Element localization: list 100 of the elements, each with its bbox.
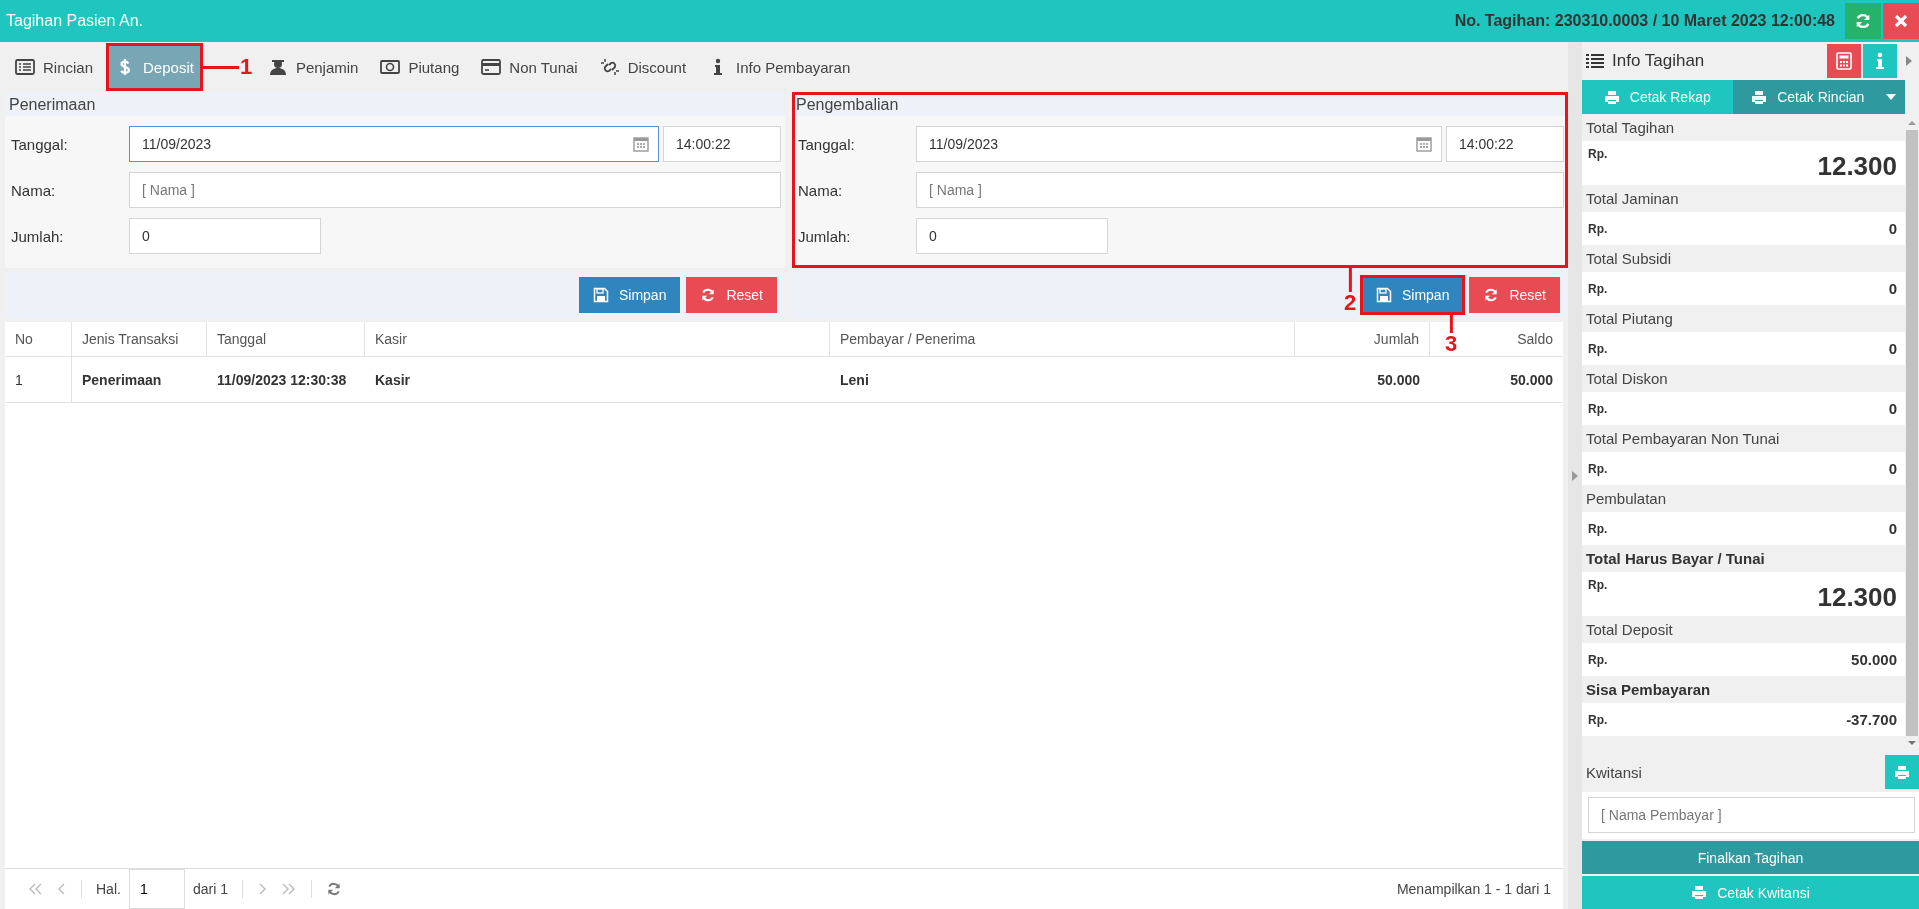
- floppy-icon: [592, 287, 609, 303]
- calculator-icon: [1836, 52, 1852, 70]
- amount-value: 0: [1888, 520, 1897, 537]
- total-label: Total Tagihan: [1585, 118, 1676, 138]
- total-label: Total Piutang: [1585, 309, 1674, 329]
- page-label: Hal.: [96, 881, 121, 897]
- page-field[interactable]: 1: [128, 869, 185, 909]
- scrollbar-thumb[interactable]: [1906, 130, 1918, 736]
- total-label: Sisa Pembayaran: [1585, 680, 1712, 700]
- previous-page-icon[interactable]: [57, 882, 67, 896]
- amount-value: 50.000: [1851, 651, 1897, 668]
- reset-button[interactable]: Reset: [1469, 277, 1560, 313]
- name-field[interactable]: [ Nama ]: [129, 172, 781, 208]
- currency-label: Rp.: [1588, 461, 1608, 476]
- splitter-handle[interactable]: [1568, 42, 1582, 909]
- amount-value: 0: [1888, 220, 1897, 237]
- tab[interactable]: Discount: [592, 45, 694, 89]
- first-page-icon[interactable]: [27, 882, 43, 896]
- banknote-icon: [380, 58, 401, 76]
- floppy-icon: [1375, 287, 1392, 303]
- printer-icon: [1691, 885, 1708, 900]
- amount-value: 0: [1888, 340, 1897, 357]
- field-label: Nama:: [10, 181, 57, 199]
- total-label: Total Pembayaran Non Tunai: [1585, 429, 1781, 449]
- page-count: dari 1: [192, 881, 228, 897]
- date-field[interactable]: 11/09/2023: [916, 126, 1442, 162]
- scroll-down-icon[interactable]: [1907, 740, 1917, 746]
- reset-button[interactable]: Reset: [686, 277, 777, 313]
- section-header: Penerimaan: [5, 92, 785, 116]
- calendar-icon: [633, 136, 649, 152]
- total-label: Total Harus Bayar / Tunai: [1585, 549, 1766, 569]
- currency-label: Rp.: [1588, 652, 1608, 667]
- tab[interactable]: Non Tunai: [474, 45, 585, 89]
- table-cell: 1: [5, 357, 72, 402]
- table-cell-text: Kasir: [374, 370, 412, 390]
- column-header: Tanggal: [217, 331, 267, 347]
- table-cell-text: 50.000: [1509, 370, 1554, 390]
- calendar-icon: [1416, 136, 1432, 152]
- amount-value: 12.300: [1817, 582, 1897, 613]
- amount-value: 0: [1888, 280, 1897, 297]
- callout-number: 2: [1342, 292, 1358, 314]
- currency-label: Rp.: [1588, 578, 1608, 592]
- tab[interactable]: Info Pembayaran: [701, 45, 858, 89]
- time-field[interactable]: 14:00:22: [1446, 126, 1564, 162]
- column-header: Pembayar / Penerima: [840, 331, 976, 347]
- tab[interactable]: Rincian: [8, 45, 101, 89]
- name-field[interactable]: [ Nama ]: [916, 172, 1564, 208]
- currency-label: Rp.: [1588, 341, 1608, 356]
- table-cell-text: Leni: [839, 370, 870, 390]
- amount-value: -37.700: [1846, 711, 1897, 728]
- total-label: Total Diskon: [1585, 369, 1669, 389]
- record-summary: Menampilkan 1 - 1 dari 1: [1396, 881, 1551, 897]
- close-button[interactable]: [1883, 3, 1919, 39]
- date-field[interactable]: 11/09/2023: [129, 126, 659, 162]
- currency-label: Rp.: [1588, 147, 1608, 161]
- column-header: Kasir: [375, 331, 407, 347]
- refresh-icon: [700, 287, 717, 303]
- callout-number: 1: [238, 56, 254, 78]
- total-label: Total Deposit: [1585, 620, 1674, 640]
- currency-label: Rp.: [1588, 401, 1608, 416]
- leader-line: [200, 65, 239, 69]
- scroll-up-icon[interactable]: [1907, 120, 1917, 126]
- last-page-icon[interactable]: [280, 882, 297, 896]
- save-button[interactable]: Simpan: [578, 277, 681, 313]
- calculator-button[interactable]: [1827, 44, 1861, 78]
- panel-title: Info Tagihan: [1612, 51, 1706, 71]
- amount-value: 12.300: [1817, 151, 1897, 182]
- save-button[interactable]: Simpan: [1361, 277, 1464, 313]
- info-button[interactable]: [1863, 44, 1897, 78]
- refresh-button[interactable]: [1845, 3, 1881, 39]
- dropdown-caret-icon[interactable]: [1885, 93, 1897, 101]
- section-label: Kwitansi: [1586, 763, 1642, 781]
- total-label: Total Subsidi: [1585, 249, 1673, 269]
- amount-field[interactable]: 0: [916, 218, 1108, 254]
- print-button[interactable]: [1885, 755, 1919, 789]
- field-label: Nama:: [797, 181, 844, 199]
- currency-label: Rp.: [1588, 521, 1608, 536]
- payer-name-field[interactable]: [ Nama Pembayar ]: [1588, 797, 1915, 833]
- currency-label: Rp.: [1588, 221, 1608, 236]
- field-label: Tanggal:: [797, 135, 856, 153]
- refresh-icon: [1854, 12, 1872, 30]
- close-icon: [1894, 14, 1908, 28]
- callout-number: 3: [1444, 333, 1459, 355]
- printer-icon: [1894, 764, 1910, 780]
- column-header: Saldo: [1517, 331, 1553, 347]
- tab[interactable]: Penjamin: [260, 45, 366, 89]
- refresh-icon[interactable]: [325, 881, 342, 897]
- amount-field[interactable]: 0: [129, 218, 321, 254]
- field-label: Jumlah:: [797, 227, 852, 245]
- column-header: Jumlah: [1373, 331, 1419, 347]
- card-icon: [481, 58, 502, 76]
- person-icon: [267, 58, 288, 76]
- window-title: Tagihan Pasien An.: [6, 12, 144, 30]
- amount-value: 0: [1888, 400, 1897, 417]
- tab[interactable]: Piutang: [373, 45, 467, 89]
- printer-icon: [1603, 89, 1620, 105]
- caret-icon[interactable]: [1905, 55, 1913, 67]
- field-label: Jumlah:: [10, 227, 65, 245]
- time-field[interactable]: 14:00:22: [663, 126, 781, 162]
- refresh-icon: [1483, 287, 1500, 303]
